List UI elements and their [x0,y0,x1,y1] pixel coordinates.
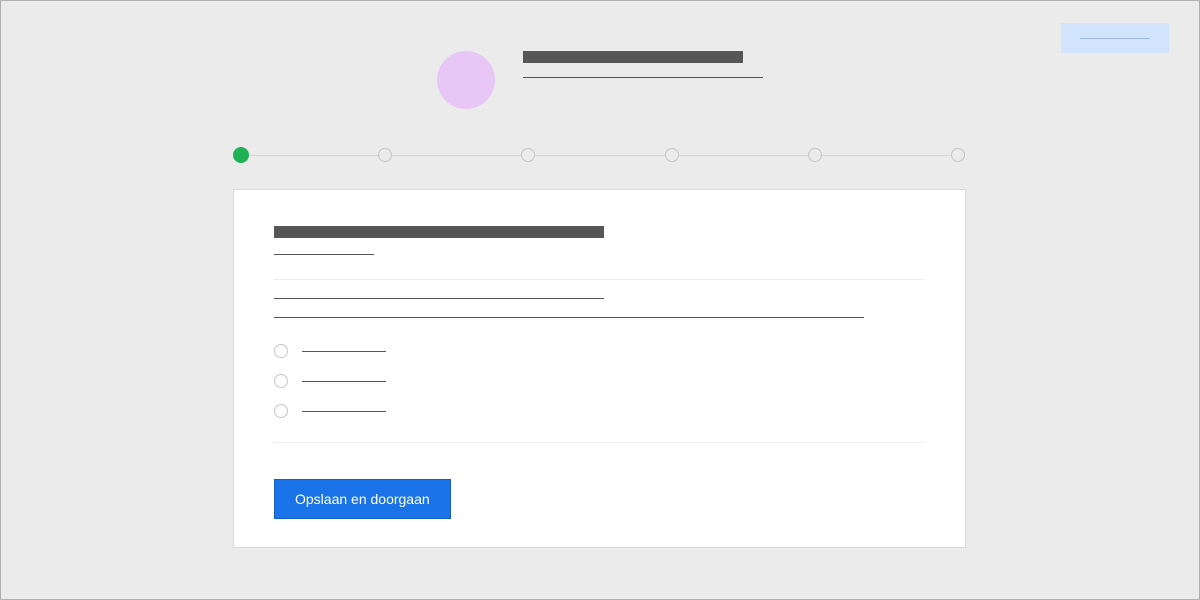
section-title [274,226,604,238]
step-connector [535,155,664,156]
radio-icon [274,404,288,418]
radio-option-2[interactable] [274,374,925,388]
step-connector [249,155,378,156]
step-3[interactable] [521,148,535,162]
form-card: Opslaan en doorgaan [233,189,966,548]
radio-option-1[interactable] [274,344,925,358]
avatar-icon [437,51,495,109]
progress-stepper [233,147,965,163]
header-text [523,51,763,78]
step-connector [392,155,521,156]
radio-option-3[interactable] [274,404,925,418]
page-subtitle [523,77,763,78]
radio-group [274,344,925,418]
step-1[interactable] [233,147,249,163]
step-connector [679,155,808,156]
top-secondary-button[interactable] [1061,23,1169,53]
radio-label [302,411,386,412]
divider [274,442,925,443]
step-connector [822,155,951,156]
top-secondary-button-label [1080,38,1150,39]
detail-text [274,317,864,318]
divider [274,279,925,280]
save-continue-button[interactable]: Opslaan en doorgaan [274,479,451,519]
radio-icon [274,344,288,358]
step-4[interactable] [665,148,679,162]
radio-icon [274,374,288,388]
header [1,51,1199,109]
question-text [274,298,604,299]
radio-label [302,351,386,352]
section-subtitle [274,254,374,255]
step-6[interactable] [951,148,965,162]
step-5[interactable] [808,148,822,162]
page-title [523,51,743,63]
radio-label [302,381,386,382]
step-2[interactable] [378,148,392,162]
